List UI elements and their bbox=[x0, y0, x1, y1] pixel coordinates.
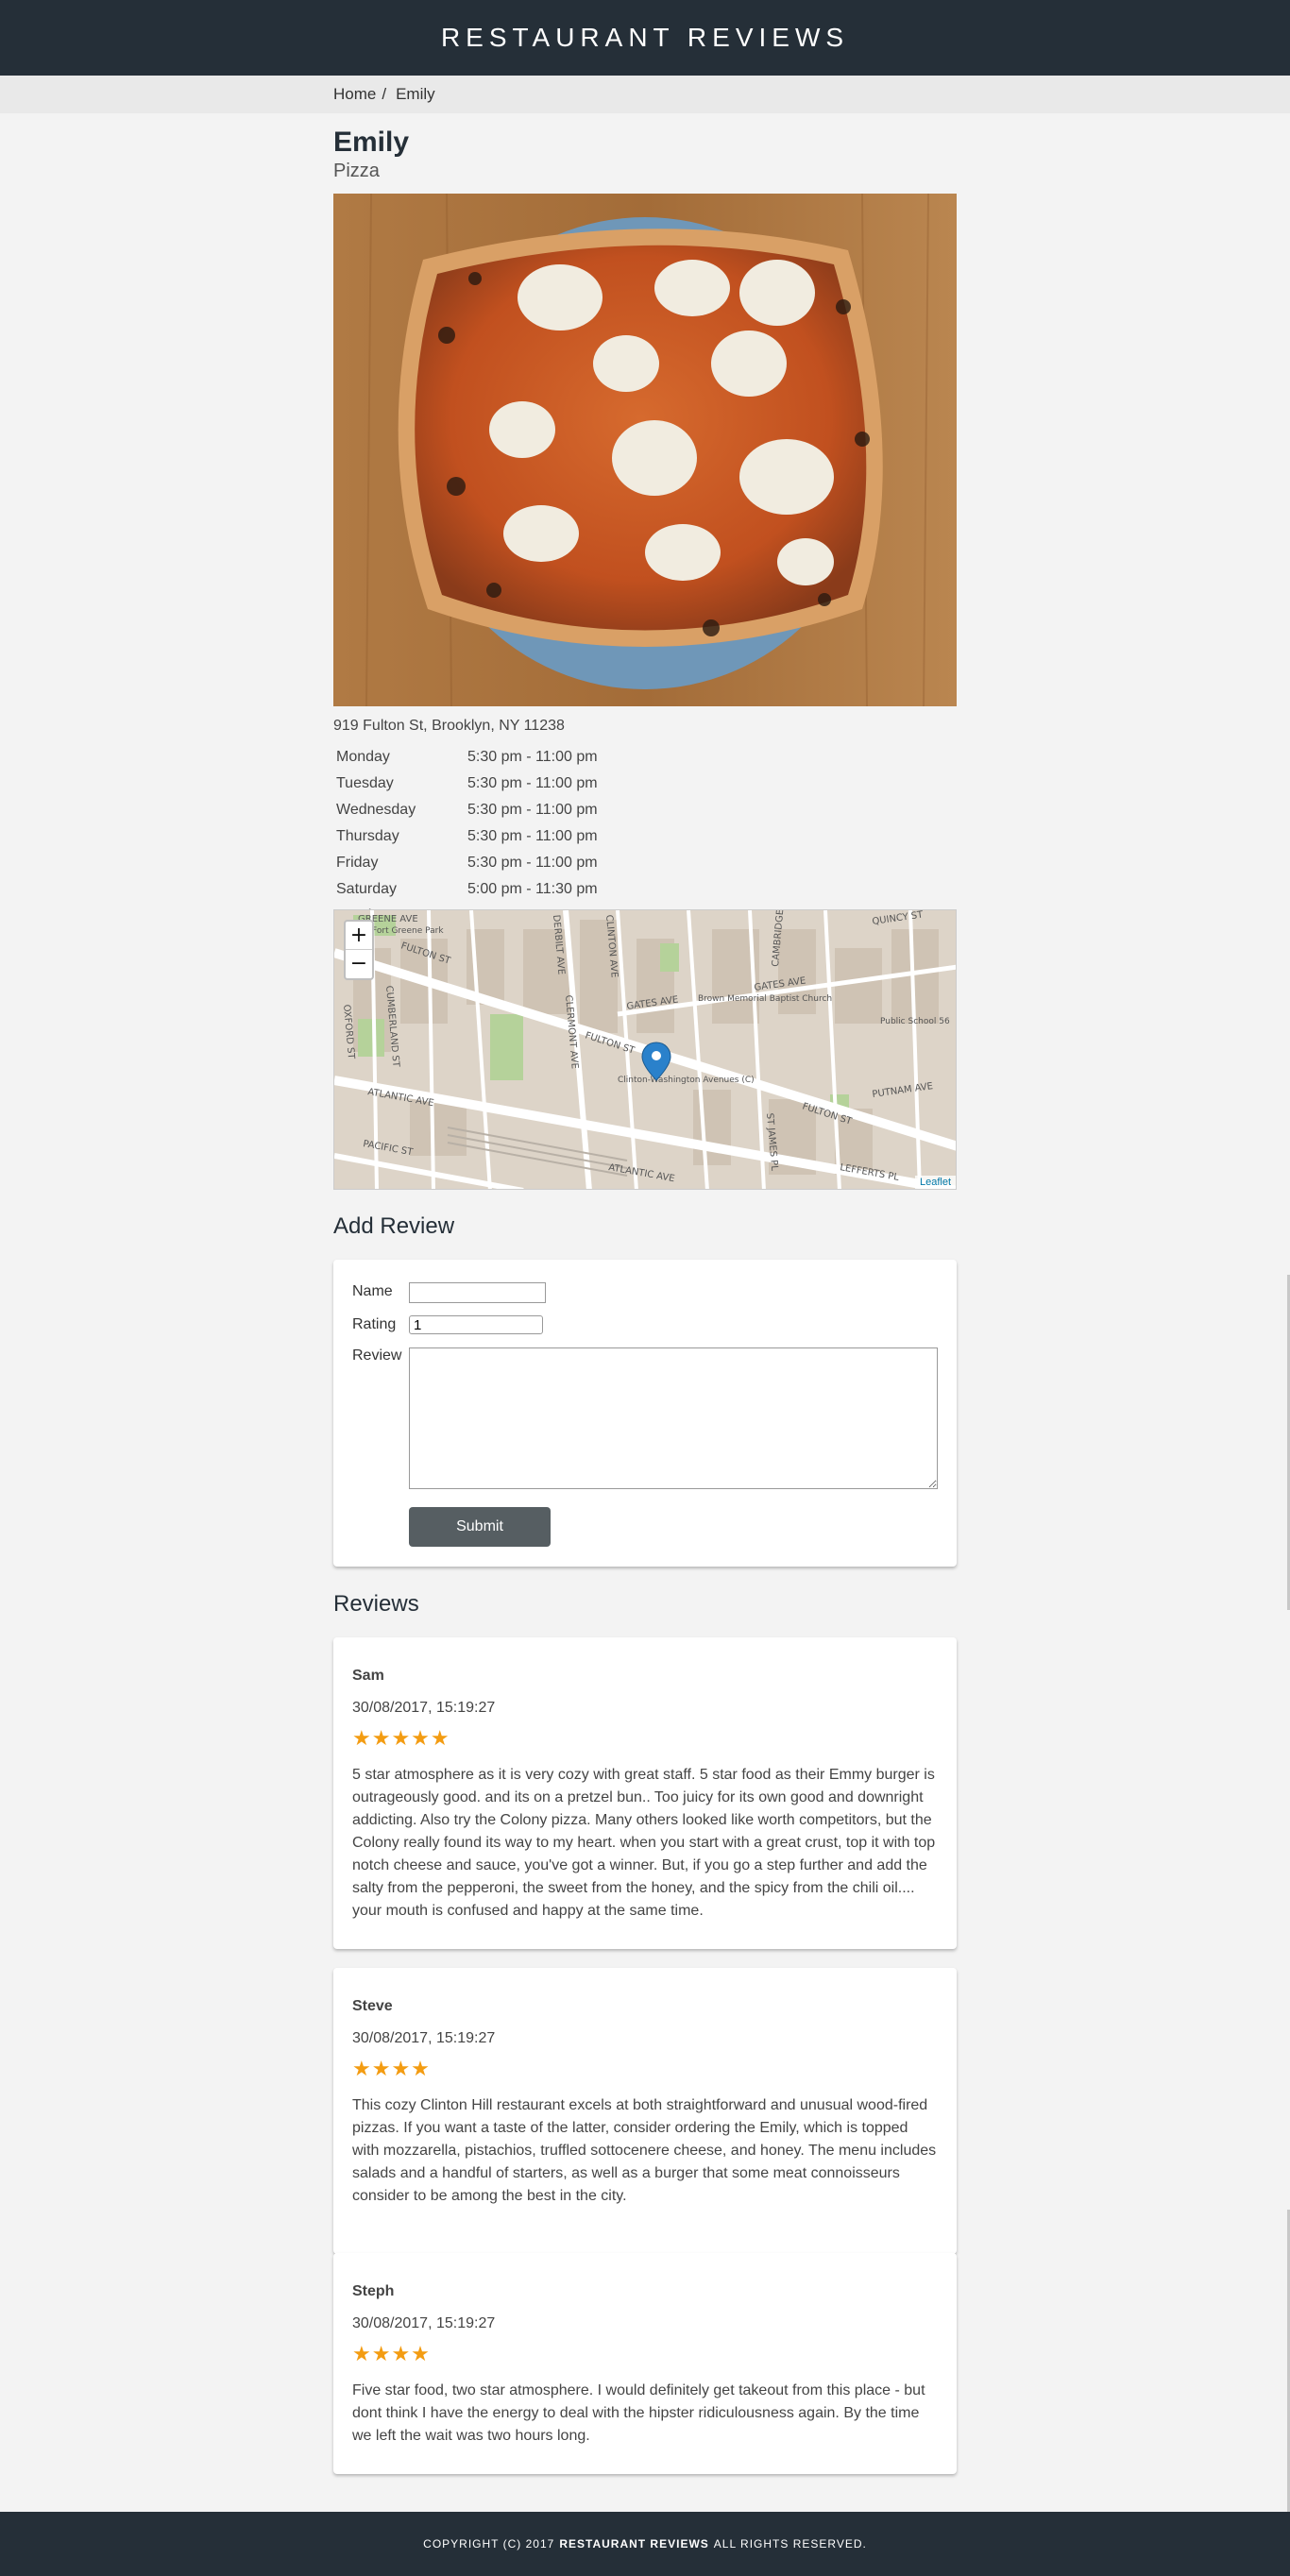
hours-time: 5:30 pm - 11:00 pm bbox=[467, 855, 598, 871]
hours-row: Thursday 5:30 pm - 11:00 pm bbox=[336, 823, 737, 850]
review-card: Steph 30/08/2017, 15:19:27 ★★★★ Five sta… bbox=[333, 2253, 957, 2474]
hours-time: 5:00 pm - 11:30 pm bbox=[467, 881, 598, 897]
review-rating-stars: ★★★★ bbox=[352, 2343, 431, 2366]
add-review-title: Add Review bbox=[333, 1213, 455, 1239]
name-input[interactable] bbox=[409, 1282, 546, 1303]
zoom-in-button[interactable]: + bbox=[346, 922, 372, 950]
review-rating-stars: ★★★★ bbox=[352, 2058, 431, 2081]
review-date: 30/08/2017, 15:19:27 bbox=[352, 2030, 496, 2046]
hours-row: Friday 5:30 pm - 11:00 pm bbox=[336, 850, 737, 876]
map-label-fort-greene: Fort Greene Park bbox=[372, 926, 444, 936]
hours-row: Tuesday 5:30 pm - 11:00 pm bbox=[336, 771, 737, 797]
review-label: Review bbox=[352, 1347, 402, 1364]
hours-day: Wednesday bbox=[336, 802, 416, 818]
hours-row: Wednesday 5:30 pm - 11:00 pm bbox=[336, 797, 737, 823]
hours-time: 5:30 pm - 11:00 pm bbox=[467, 749, 598, 765]
breadcrumb-home-link[interactable]: Home bbox=[333, 85, 376, 103]
hours-time: 5:30 pm - 11:00 pm bbox=[467, 828, 598, 844]
add-review-form: Name Rating Review Submit bbox=[333, 1260, 957, 1567]
breadcrumb-current: Emily bbox=[396, 85, 435, 103]
restaurant-image bbox=[333, 194, 957, 706]
review-author: Steph bbox=[352, 2283, 395, 2299]
hours-time: 5:30 pm - 11:00 pm bbox=[467, 775, 598, 791]
restaurant-hours: Monday 5:30 pm - 11:00 pm Tuesday 5:30 pm -… bbox=[336, 744, 737, 929]
map-label-school: Public School 56 bbox=[880, 1017, 950, 1026]
review-rating-stars: ★★★★★ bbox=[352, 1727, 450, 1751]
rating-label: Rating bbox=[352, 1316, 397, 1332]
site-footer: COPYRIGHT (C) 2017 RESTAURANT REVIEWS AL… bbox=[0, 2512, 1290, 2576]
map-label-church: Brown Memorial Baptist Church bbox=[698, 994, 832, 1004]
review-card: Sam 30/08/2017, 15:19:27 ★★★★★ 5 star at… bbox=[333, 1637, 957, 1949]
name-label: Name bbox=[352, 1283, 393, 1299]
site-header: RESTAURANT REVIEWS bbox=[0, 0, 1290, 76]
map-zoom-control: + − bbox=[344, 920, 374, 980]
review-author: Sam bbox=[352, 1668, 384, 1684]
hours-day: Friday bbox=[336, 855, 379, 871]
hours-row: Monday 5:30 pm - 11:00 pm bbox=[336, 744, 737, 771]
review-date: 30/08/2017, 15:19:27 bbox=[352, 2315, 496, 2331]
zoom-out-button[interactable]: − bbox=[346, 950, 372, 978]
hours-row: Saturday 5:00 pm - 11:30 pm bbox=[336, 876, 737, 903]
review-card: Steve 30/08/2017, 15:19:27 ★★★★ This coz… bbox=[333, 1968, 957, 2254]
review-text: This cozy Clinton Hill restaurant excels… bbox=[352, 2097, 937, 2204]
hours-day: Saturday bbox=[336, 881, 398, 897]
review-text: Five star food, two star atmosphere. I w… bbox=[352, 2382, 925, 2444]
map-attribution-link[interactable]: Leaflet bbox=[914, 1176, 956, 1189]
restaurant-address: 919 Fulton St, Brooklyn, NY 11238 bbox=[333, 718, 565, 734]
site-title[interactable]: RESTAURANT REVIEWS bbox=[441, 23, 849, 53]
review-text: 5 star atmosphere as it is very cozy wit… bbox=[352, 1767, 936, 1919]
submit-button[interactable]: Submit bbox=[409, 1507, 551, 1547]
hours-day: Thursday bbox=[336, 828, 399, 844]
review-author: Steve bbox=[352, 1998, 393, 2014]
breadcrumb: Home / Emily bbox=[0, 76, 1290, 113]
map[interactable]: FULTON ST FULTON ST FULTON ST GATES AVE … bbox=[333, 909, 957, 1190]
rating-input[interactable] bbox=[409, 1315, 543, 1334]
restaurant-name: Emily bbox=[333, 127, 410, 158]
restaurant-cuisine: Pizza bbox=[333, 161, 380, 181]
reviews-title: Reviews bbox=[333, 1591, 419, 1617]
footer-copyright: COPYRIGHT (C) 2017 bbox=[423, 2537, 555, 2551]
map-label-station: Clinton-Washington Avenues (C) bbox=[618, 1076, 755, 1085]
footer-brand: RESTAURANT REVIEWS bbox=[559, 2537, 709, 2551]
hours-time: 5:30 pm - 11:00 pm bbox=[467, 802, 598, 818]
hours-day: Monday bbox=[336, 749, 390, 765]
hours-day: Tuesday bbox=[336, 775, 394, 791]
footer-rights: ALL RIGHTS RESERVED. bbox=[713, 2537, 867, 2551]
review-date: 30/08/2017, 15:19:27 bbox=[352, 1700, 496, 1716]
breadcrumb-separator: / bbox=[382, 85, 387, 103]
review-textarea[interactable] bbox=[409, 1347, 938, 1489]
